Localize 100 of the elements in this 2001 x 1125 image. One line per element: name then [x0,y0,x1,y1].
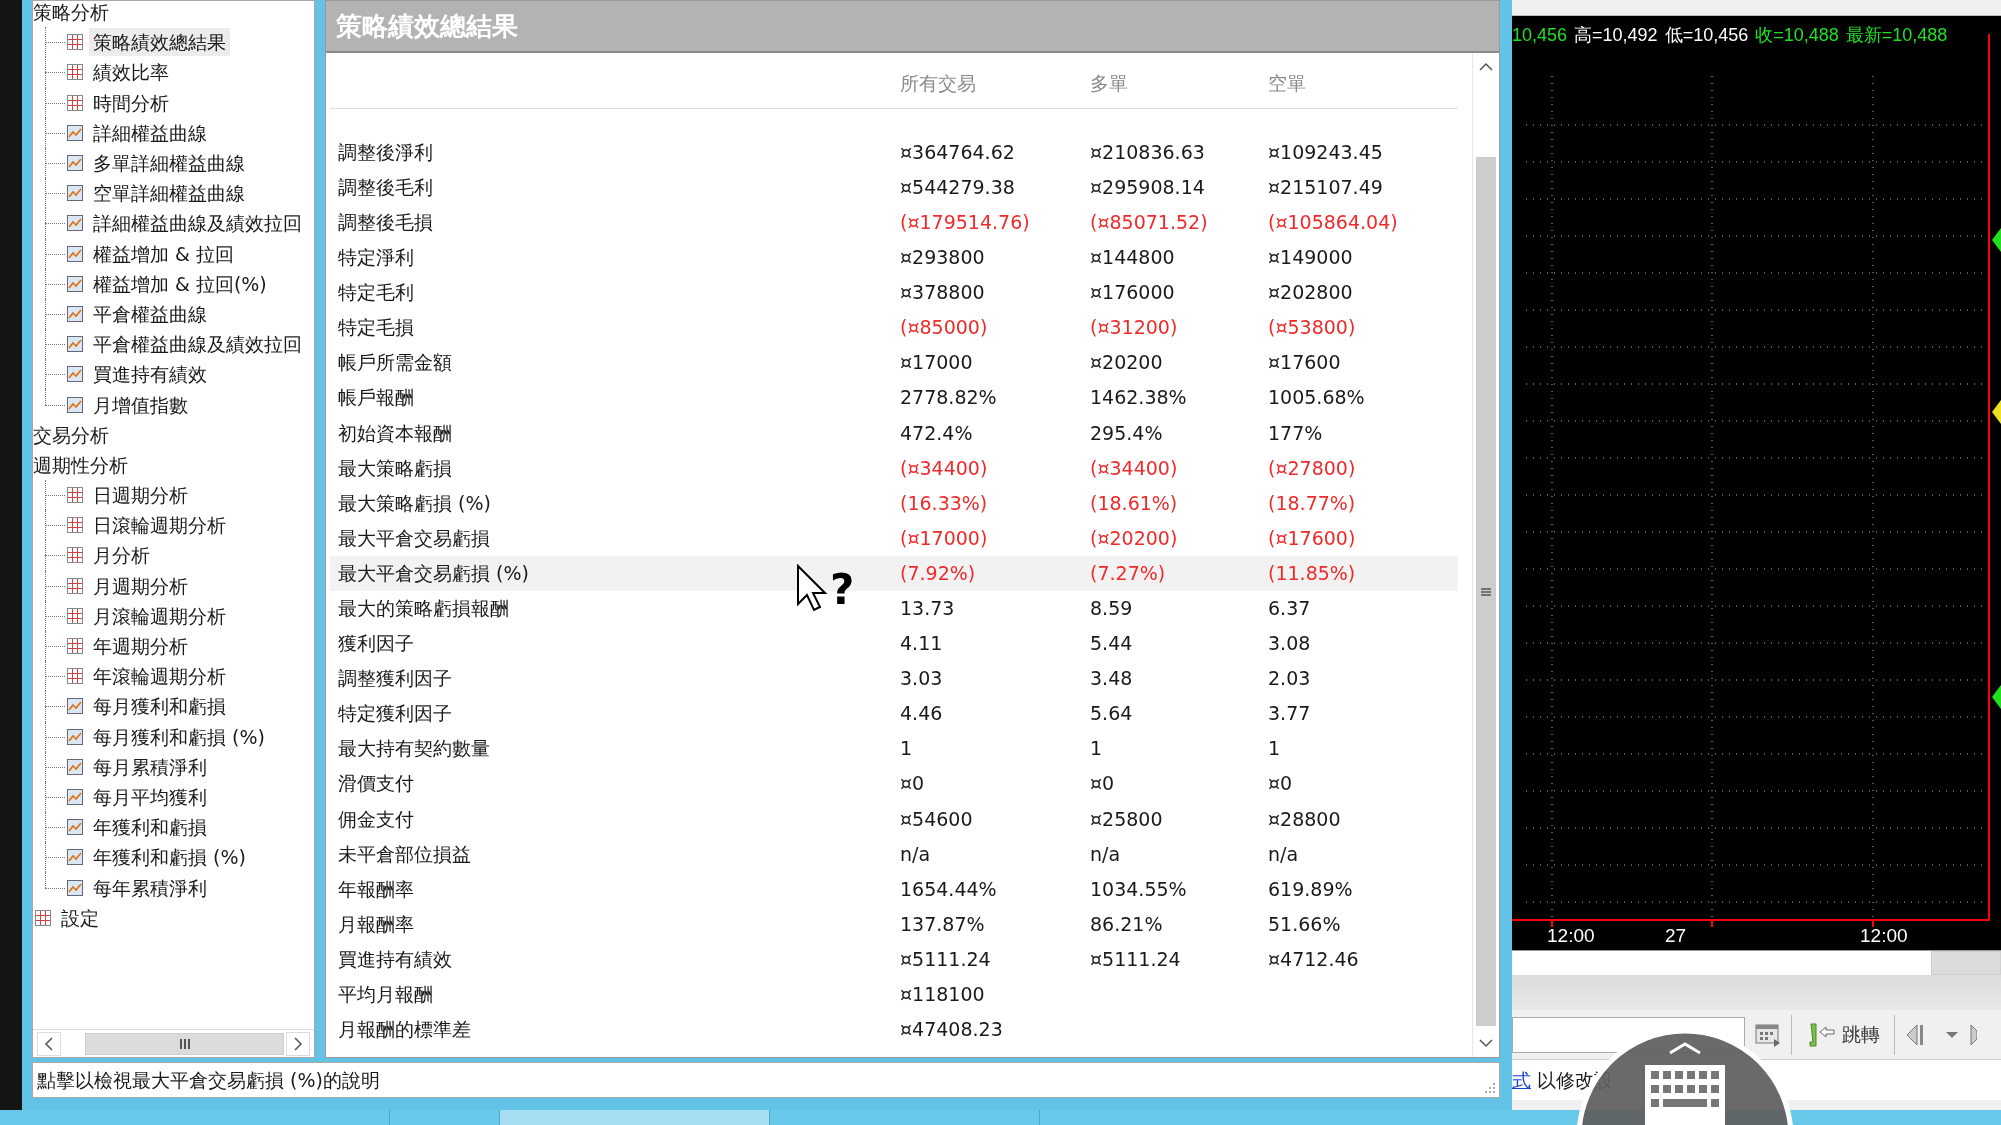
tree-item[interactable]: 年獲利和虧損 (%) [89,843,250,872]
quote-value: 最新=10,488 [1845,24,1948,47]
table-cell-text: ¤176000 [1090,280,1176,306]
table-cell-text: ¤202800 [1268,280,1354,306]
table-cell-text: (¤85000) [900,315,989,341]
grid-icon [35,909,51,926]
tree-item[interactable]: 年滾輪週期分析 [89,662,230,691]
tree-item[interactable]: 每月累積淨利 [89,752,211,781]
line-chart-icon [67,155,83,172]
calendar-icon[interactable] [1755,1022,1781,1047]
tree-item[interactable]: 策略績效總結果 [89,28,230,57]
table-cell-text: ¤144800 [1090,245,1176,271]
table-cell-text: (11.85%) [1268,560,1357,586]
tree-item[interactable]: 月分析 [89,541,154,570]
tree-item[interactable]: 績效比率 [89,58,173,87]
row-label: 最大平倉交易虧損 [338,525,491,551]
caret-icon[interactable] [1945,1030,1959,1039]
tree-item[interactable]: 買進持有績效 [89,360,211,389]
line-chart-icon [67,698,83,715]
tree-item[interactable]: 每月獲利和虧損 (%) [89,722,269,751]
scroll-thumb[interactable] [1931,951,2001,975]
table-cell-text: ¤149000 [1268,245,1354,271]
line-chart-icon [67,124,83,141]
grid-icon [67,517,83,534]
row-label: 年報酬率 [338,876,415,902]
table-cell-text: (7.27%) [1090,560,1167,586]
table-cell-text: n/a [1268,841,1300,867]
row-label: 最大持有契約數量 [338,736,491,762]
tree-item[interactable]: 每月平均獲利 [89,782,211,811]
jump-button[interactable]: 跳轉 [1802,1018,1884,1051]
grip-icon [1480,585,1492,598]
row-label: 帳戶報酬 [338,385,415,411]
tree-item[interactable]: 年週期分析 [89,632,192,661]
table-cell-text: (¤179514.76) [900,210,1031,235]
scroll-left-button[interactable] [37,1031,61,1056]
table-cell-text: ¤293800 [900,245,986,271]
tree-item[interactable]: 平倉權益曲線 [89,299,211,328]
table-cell-text: n/a [900,841,932,867]
tree-item[interactable]: 權益增加 & 拉回(%) [89,269,271,298]
line-chart-icon [67,758,83,775]
table-cell-text: ¤4712.46 [1268,946,1360,972]
scroll-thumb[interactable] [85,1032,284,1055]
line-chart-icon [67,245,83,262]
grid-icon [67,94,83,111]
row-label: 滑價支付 [338,771,415,797]
chevron-left-icon [44,1036,54,1051]
tree-item[interactable]: 日週期分析 [89,481,192,510]
scroll-thumb[interactable] [1476,157,1496,1026]
table-cell-text: (7.92%) [900,560,977,586]
previous-icon[interactable] [1905,1022,1925,1047]
table-cell-text: ¤0 [1090,771,1116,797]
row-label: 未平倉部位損益 [338,841,472,867]
tree-item[interactable]: 權益增加 & 拉回 [89,239,238,268]
line-chart-icon [67,215,83,232]
tree-item[interactable]: 月週期分析 [89,571,192,600]
table-cell-text: 6.37 [1268,596,1312,621]
tree-item[interactable]: 詳細權益曲線及績效拉回 [89,209,306,238]
chevron-down-icon [1479,1038,1493,1048]
tree-item[interactable]: 時間分析 [89,88,173,117]
tree-item[interactable]: 週期性分析 [33,450,132,479]
resize-grip-icon[interactable] [1484,1082,1496,1094]
tree-item[interactable]: 詳細權益曲線 [89,118,211,147]
table-cell-text: (¤17600) [1268,525,1357,551]
scroll-right-button[interactable] [286,1031,310,1056]
table-cell-text: 177% [1268,420,1324,446]
tree-item[interactable]: 設定 [57,903,103,932]
table-cell-text: ¤17000 [900,350,974,376]
tree-item[interactable]: 每年累積淨利 [89,873,211,902]
table-cell-text: ¤364764.62 [900,139,1016,165]
tree-item[interactable]: 平倉權益曲線及績效拉回 [89,330,306,359]
row-label: 調整獲利因子 [338,666,453,692]
tree-item[interactable]: 多單詳細權益曲線 [89,149,249,178]
row-label: 帳戶所需金額 [338,350,453,376]
row-label: 平均月報酬 [338,982,434,1008]
tree-item[interactable]: 月增值指數 [89,390,192,419]
time-label: 12:00 [1860,924,1908,948]
tree-item[interactable]: 日滾輪週期分析 [89,511,230,540]
table-cell-text: 1 [1268,736,1282,762]
tree-item[interactable]: 月滾輪週期分析 [89,601,230,630]
tree-item[interactable]: 交易分析 [33,420,113,449]
status-text: 點擊以檢視最大平倉交易虧損 (%)的說明 [37,1067,380,1093]
table-cell-text: 1005.68% [1268,385,1366,411]
row-label: 特定毛損 [338,315,415,341]
next-icon[interactable] [1969,1022,1977,1047]
tree-item[interactable]: 每月獲利和虧損 [89,692,230,721]
tree-item[interactable]: 年獲利和虧損 [89,813,211,842]
line-chart-icon [67,879,83,896]
row-label: 最大平倉交易虧損 (%) [338,560,530,586]
grid-icon [67,577,83,594]
panel-title: 策略績效總結果 [326,1,1499,53]
line-chart-icon [67,728,83,745]
table-cell-text: ¤47408.23 [900,1017,1004,1043]
table-cell-text: (¤34400) [900,455,989,481]
tree-item[interactable]: 策略分析 [33,0,113,27]
grid-icon [67,547,83,564]
tree-item[interactable]: 空單詳細權益曲線 [89,179,249,208]
table-cell-text: ¤215107.49 [1268,174,1384,200]
table-cell-text: 5.64 [1090,701,1134,727]
help-link[interactable]: 式 [1512,1065,1531,1095]
table-cell-text: 295.4% [1090,420,1164,446]
